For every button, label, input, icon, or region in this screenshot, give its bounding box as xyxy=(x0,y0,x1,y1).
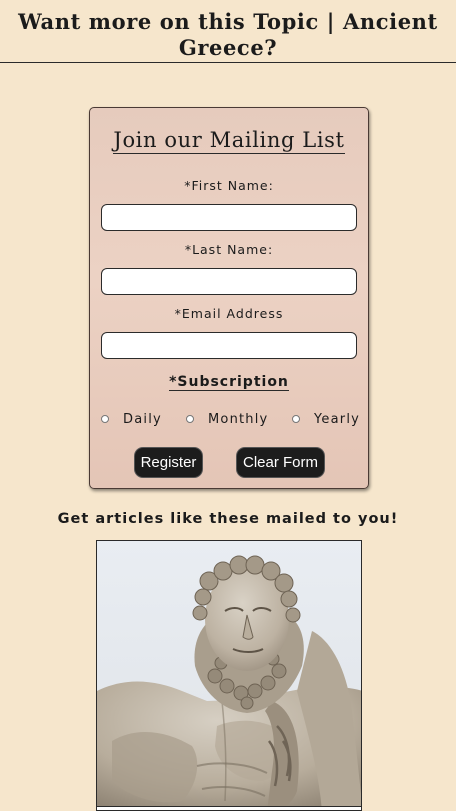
yearly-option: Yearly xyxy=(292,410,360,428)
promo-text: Get articles like these mailed to you! xyxy=(57,511,399,527)
first-name-input[interactable] xyxy=(101,204,357,231)
email-label: *Email Address xyxy=(174,306,284,321)
statue-illustration xyxy=(97,541,361,810)
subscription-title: *Subscription xyxy=(90,371,368,391)
daily-radio[interactable] xyxy=(101,415,109,423)
register-button[interactable]: Register xyxy=(135,448,202,477)
monthly-radio[interactable] xyxy=(186,415,194,423)
last-name-input[interactable] xyxy=(101,268,357,295)
subscription-title-text: *Subscription xyxy=(169,374,289,391)
last-name-label: *Last Name: xyxy=(184,242,274,257)
mailing-list-form: Join our Mailing List *First Name: *Last… xyxy=(89,107,369,489)
first-name-label: *First Name: xyxy=(184,178,274,193)
page-header: Want more on this Topic | Ancient Greece… xyxy=(0,0,456,63)
hercules-statue-image xyxy=(96,540,362,811)
daily-option: Daily xyxy=(101,410,162,428)
form-title: Join our Mailing List xyxy=(90,128,368,154)
monthly-label[interactable]: Monthly xyxy=(208,412,268,427)
monthly-option: Monthly xyxy=(186,410,268,428)
daily-label[interactable]: Daily xyxy=(123,412,162,427)
email-input[interactable] xyxy=(101,332,357,359)
page-title: Want more on this Topic | Ancient Greece… xyxy=(18,9,438,60)
yearly-radio[interactable] xyxy=(292,415,300,423)
clear-form-button[interactable]: Clear Form xyxy=(237,448,324,477)
form-title-text: Join our Mailing List xyxy=(113,128,345,154)
yearly-label[interactable]: Yearly xyxy=(314,412,360,427)
